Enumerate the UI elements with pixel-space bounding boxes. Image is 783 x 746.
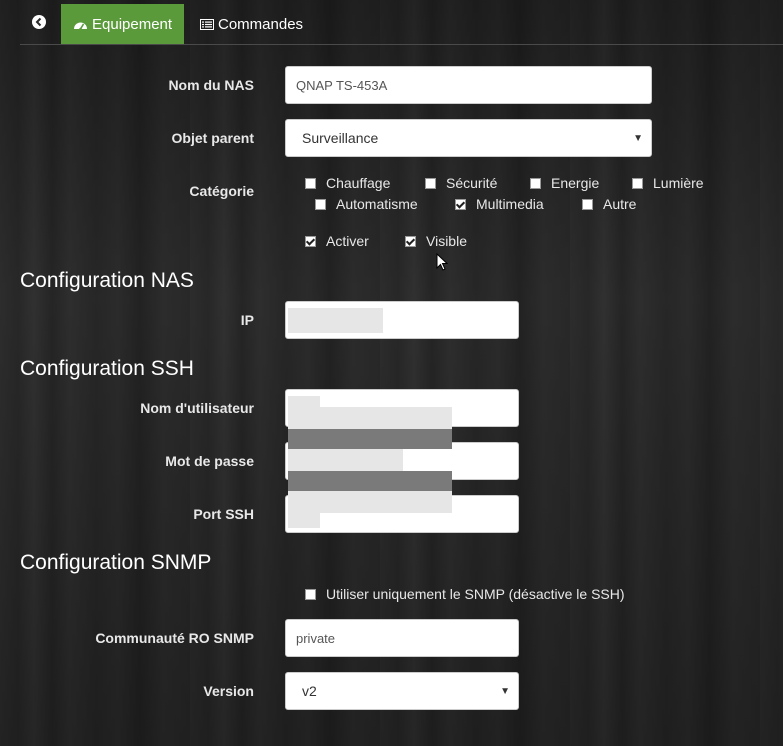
redacted-area xyxy=(288,449,403,471)
snmp-community-input[interactable]: private xyxy=(285,619,519,657)
only-snmp-checkbox[interactable]: Utiliser uniquement le SNMP (désactive l… xyxy=(305,586,625,602)
category-automatisme-label: Automatisme xyxy=(336,196,418,212)
nas-name-value: QNAP TS-453A xyxy=(296,77,388,93)
category-label: Catégorie xyxy=(189,183,254,199)
ip-label: IP xyxy=(240,312,254,328)
arrow-circle-left-icon xyxy=(32,15,46,33)
password-label: Mot de passe xyxy=(165,453,254,469)
redacted-area xyxy=(288,471,452,491)
snmp-version-select[interactable]: v2 ▼ xyxy=(285,672,519,710)
section-nas-config-title: Configuration NAS xyxy=(20,269,194,292)
category-multimedia-label: Multimedia xyxy=(476,196,544,212)
snmp-version-label: Version xyxy=(203,683,254,699)
category-multimedia[interactable]: Multimedia xyxy=(455,196,544,212)
tab-equipment-label: Equipement xyxy=(92,15,173,33)
category-chauffage[interactable]: Chauffage xyxy=(305,175,390,191)
redacted-area xyxy=(288,308,383,333)
only-snmp-label: Utiliser uniquement le SNMP (désactive l… xyxy=(326,586,625,602)
snmp-community-value: private xyxy=(296,630,336,646)
checkbox-checked-icon xyxy=(305,235,316,247)
checkbox-icon xyxy=(582,198,593,210)
tab-equipment[interactable]: Equipement xyxy=(61,4,184,44)
ssh-port-label: Port SSH xyxy=(193,506,254,522)
category-automatisme[interactable]: Automatisme xyxy=(315,196,418,212)
category-autre[interactable]: Autre xyxy=(582,196,636,212)
snmp-community-label: Communauté RO SNMP xyxy=(95,630,254,646)
dashboard-icon xyxy=(73,18,88,31)
activate-checkbox[interactable]: Activer xyxy=(305,233,369,249)
caret-down-icon: ▼ xyxy=(500,686,510,697)
snmp-version-value: v2 xyxy=(302,683,317,699)
back-button[interactable] xyxy=(20,4,58,44)
category-lumiere[interactable]: Lumière xyxy=(632,175,704,191)
category-securite-label: Sécurité xyxy=(446,175,498,191)
redacted-area xyxy=(288,491,452,513)
visible-checkbox[interactable]: Visible xyxy=(405,233,467,249)
checkbox-icon xyxy=(632,177,643,189)
checkbox-icon xyxy=(305,177,316,189)
category-lumiere-label: Lumière xyxy=(653,175,704,191)
category-energie-label: Energie xyxy=(551,175,600,191)
username-label: Nom d'utilisateur xyxy=(140,400,254,416)
category-autre-label: Autre xyxy=(603,196,637,212)
checkbox-icon xyxy=(425,177,436,189)
parent-object-value: Surveillance xyxy=(302,130,379,146)
activate-label: Activer xyxy=(326,233,369,249)
category-energie[interactable]: Energie xyxy=(530,175,599,191)
tab-commands[interactable]: Commandes xyxy=(188,4,315,44)
list-alt-icon xyxy=(200,18,214,30)
checkbox-checked-icon xyxy=(405,235,416,247)
mouse-pointer-icon xyxy=(436,252,449,276)
section-ssh-config-title: Configuration SSH xyxy=(20,357,194,380)
checkbox-icon xyxy=(315,198,326,210)
nas-name-input[interactable]: QNAP TS-453A xyxy=(285,66,652,104)
nas-name-label: Nom du NAS xyxy=(168,77,254,93)
category-securite[interactable]: Sécurité xyxy=(425,175,497,191)
tab-commands-label: Commandes xyxy=(218,15,304,33)
redacted-area xyxy=(288,429,452,449)
section-snmp-config-title: Configuration SNMP xyxy=(20,551,212,574)
redacted-area xyxy=(288,407,452,429)
checkbox-icon xyxy=(530,177,541,189)
tab-bar: Equipement Commandes xyxy=(20,0,783,45)
checkbox-icon xyxy=(305,588,316,600)
category-chauffage-label: Chauffage xyxy=(326,175,391,191)
checkbox-checked-icon xyxy=(455,198,466,210)
visible-label: Visible xyxy=(426,233,467,249)
caret-down-icon: ▼ xyxy=(633,133,643,144)
parent-object-label: Objet parent xyxy=(171,130,254,146)
parent-object-select[interactable]: Surveillance ▼ xyxy=(285,119,652,157)
